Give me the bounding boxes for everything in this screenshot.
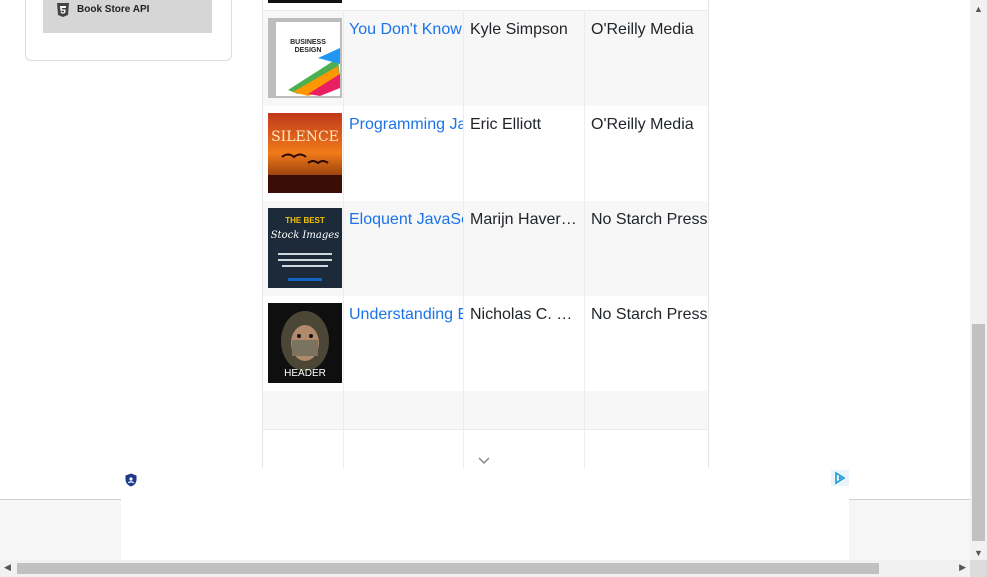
book-author: Eric Elliott xyxy=(470,116,542,133)
chevron-down-icon[interactable] xyxy=(477,456,491,466)
adchoices-icon[interactable] xyxy=(831,470,849,486)
book-publisher-cell: No Starch Press xyxy=(584,201,708,296)
vertical-scroll-thumb[interactable] xyxy=(972,324,985,541)
scroll-up-icon[interactable]: ▲ xyxy=(974,4,983,14)
sidebar-item-label: Book Store API xyxy=(77,4,150,15)
book-publisher: O'Reilly Media xyxy=(591,116,694,133)
horizontal-scrollbar[interactable]: ◀ ▶ xyxy=(0,560,970,577)
book-author-cell: Nicholas C. Zakas xyxy=(463,296,585,391)
book-publisher: No Starch Press xyxy=(591,306,708,323)
book-title-cell: Programming JavaScript Applications xyxy=(343,106,464,201)
html5-icon xyxy=(57,2,69,17)
business-design-cover: BUSINESS DESIGN xyxy=(268,18,342,98)
svg-text:Stock Images: Stock Images xyxy=(271,230,340,241)
scroll-right-icon[interactable]: ▶ xyxy=(959,562,966,573)
book-publisher-cell: O'Reilly Media xyxy=(584,106,708,201)
scroll-left-icon[interactable]: ◀ xyxy=(4,562,11,573)
table-row: BUSINESS DESIGN You Don't Know JS Kyle S… xyxy=(263,11,708,107)
book-cover-partial xyxy=(268,0,342,3)
book-image-cell: BUSINESS DESIGN xyxy=(263,11,343,106)
sidebar-card: Book Store API xyxy=(25,0,232,61)
book-publisher-cell: O'Reilly Media xyxy=(584,11,708,106)
book-title-link[interactable]: Programming JavaScript Applications xyxy=(349,116,464,134)
table-row: SILENCE Programming JavaScript Applicati… xyxy=(263,106,708,202)
book-author-cell: Marijn Haverbeke xyxy=(463,201,585,296)
books-table: BUSINESS DESIGN You Don't Know JS Kyle S… xyxy=(262,0,709,469)
book-title-link[interactable]: Eloquent JavaScript, Second Edition xyxy=(349,211,464,229)
svg-text:HEADER: HEADER xyxy=(284,368,326,379)
header-cover: HEADER xyxy=(268,303,342,383)
scroll-down-icon[interactable]: ▼ xyxy=(974,548,983,558)
svg-text:SILENCE: SILENCE xyxy=(271,129,339,145)
book-author-cell: Kyle Simpson xyxy=(463,11,585,106)
stock-images-cover: THE BEST Stock Images xyxy=(268,208,342,288)
sidebar-item-book-store-api[interactable]: Book Store API xyxy=(43,0,212,33)
table-row-empty xyxy=(263,391,708,430)
book-title-link[interactable]: You Don't Know JS xyxy=(349,21,464,39)
book-title-cell: You Don't Know JS xyxy=(343,11,464,106)
book-title-link[interactable]: Understanding ECMAScript 6 xyxy=(349,306,464,324)
book-author: Marijn Haverbeke xyxy=(470,211,578,228)
book-image-cell: HEADER xyxy=(263,296,343,391)
shield-icon[interactable] xyxy=(124,473,138,487)
book-publisher: O'Reilly Media xyxy=(591,21,694,38)
scrollbar-corner xyxy=(970,560,987,577)
book-title-cell: Eloquent JavaScript, Second Edition xyxy=(343,201,464,296)
horizontal-scroll-thumb[interactable] xyxy=(17,563,879,574)
table-row xyxy=(263,0,708,11)
book-publisher: No Starch Press xyxy=(591,211,708,228)
book-publisher-cell: No Starch Press xyxy=(584,296,708,391)
book-author: Nicholas C. Zakas xyxy=(470,306,578,323)
book-image-cell: THE BEST Stock Images xyxy=(263,201,343,296)
silence-cover: SILENCE xyxy=(268,113,342,193)
table-row: THE BEST Stock Images Eloquent JavaScrip… xyxy=(263,201,708,297)
svg-text:THE BEST: THE BEST xyxy=(285,216,325,225)
book-image-cell: SILENCE xyxy=(263,106,343,201)
book-title-cell: Understanding ECMAScript 6 xyxy=(343,296,464,391)
svg-text:BUSINESS: BUSINESS xyxy=(290,39,326,46)
svg-text:DESIGN: DESIGN xyxy=(295,47,322,54)
table-row: HEADER Understanding ECMAScript 6 Nichol… xyxy=(263,296,708,392)
book-author-cell: Eric Elliott xyxy=(463,106,585,201)
ad-banner[interactable] xyxy=(121,468,849,562)
book-author: Kyle Simpson xyxy=(470,21,568,38)
vertical-scrollbar[interactable]: ▲ ▼ xyxy=(970,0,987,560)
